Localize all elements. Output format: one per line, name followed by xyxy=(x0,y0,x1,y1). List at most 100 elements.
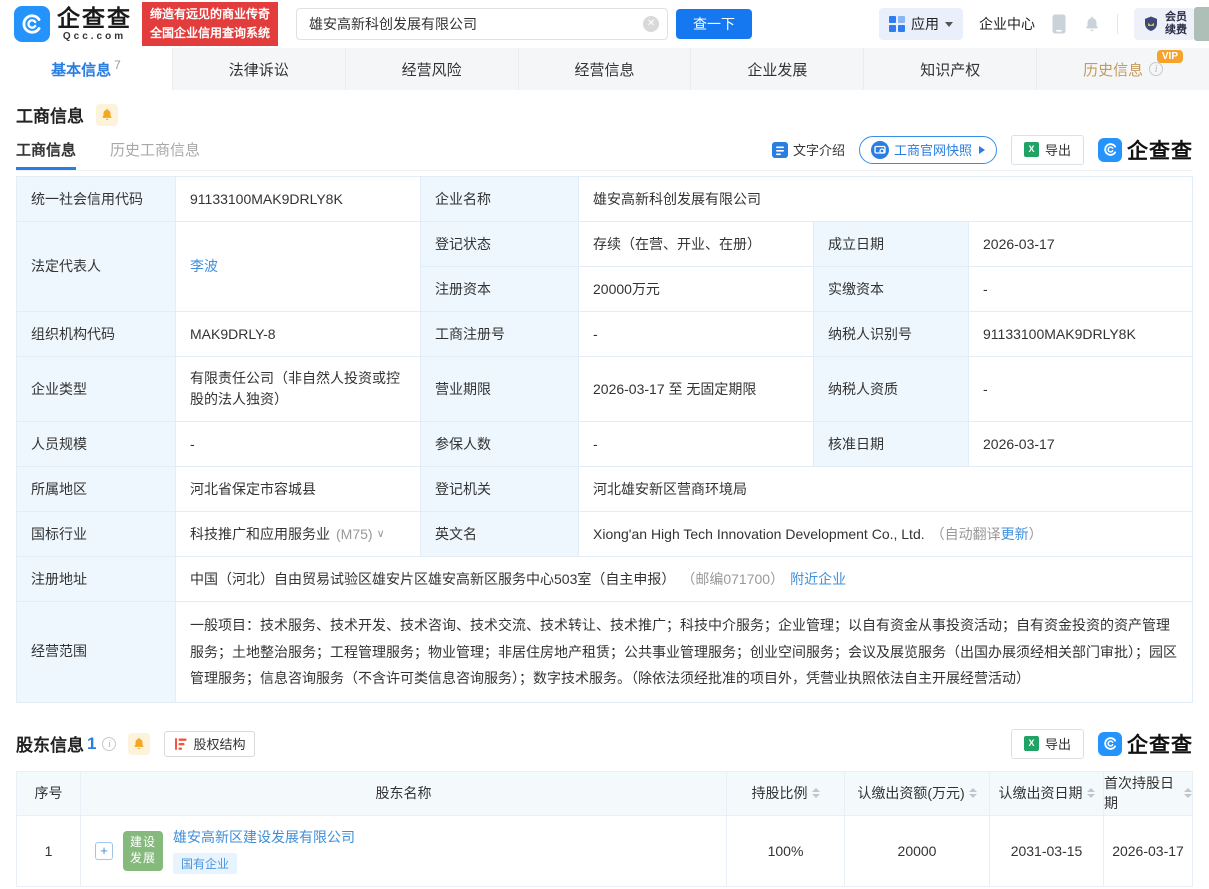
excel-icon xyxy=(1024,736,1039,751)
export-label: 导出 xyxy=(1045,734,1071,753)
address-text: 中国（河北）自由贸易试验区雄安片区雄安高新区服务中心503室（自主申报） xyxy=(190,569,675,590)
monitor-bell-icon[interactable] xyxy=(128,733,150,755)
value-taxpayer-quality: - xyxy=(969,357,1192,422)
gov-snapshot-button[interactable]: 工商官网快照 xyxy=(859,136,997,164)
subtab-history-business-info[interactable]: 历史工商信息 xyxy=(110,129,200,170)
clear-search-icon[interactable] xyxy=(643,16,659,32)
export-button[interactable]: 导出 xyxy=(1011,135,1084,165)
value-taxpayer-id: 91133100MAK9DRLY8K xyxy=(969,312,1192,357)
sort-icon xyxy=(969,788,977,798)
value-business-scope: 一般项目：技术服务、技术开发、技术咨询、技术交流、技术转让、技术推广；科技中介服… xyxy=(176,602,1192,702)
qcc-logo[interactable]: 企查查 Qcc.com xyxy=(14,6,132,42)
subtab-business-info[interactable]: 工商信息 xyxy=(16,129,76,170)
label-reg-capital: 注册资本 xyxy=(421,267,579,312)
shareholders-actions: 导出 企查查 xyxy=(1011,729,1193,759)
info-circle-icon[interactable] xyxy=(102,737,116,751)
slogan-line2: 全国企业信用查询系统 xyxy=(150,24,270,43)
shareholder-company-link[interactable]: 雄安高新区建设发展有限公司 xyxy=(173,827,355,847)
value-company-name: 雄安高新科创发展有限公司 xyxy=(579,177,1192,222)
value-reg-authority: 河北雄安新区营商环境局 xyxy=(579,467,1192,512)
qcc-logo-icon xyxy=(1098,138,1122,162)
column-header-first-date[interactable]: 首次持股日期 xyxy=(1104,772,1192,816)
tab-operation-info[interactable]: 经营信息 xyxy=(519,48,692,90)
label-credit-code: 统一社会信用代码 xyxy=(17,177,176,222)
document-icon xyxy=(772,142,788,158)
mobile-app-icon[interactable] xyxy=(1051,13,1067,35)
expand-row-button[interactable] xyxy=(95,842,113,860)
excel-icon xyxy=(1024,142,1039,157)
column-label: 首次持股日期 xyxy=(1104,773,1180,813)
business-info-table: 统一社会信用代码 91133100MAK9DRLY8K 企业名称 雄安高新科创发… xyxy=(16,176,1193,703)
update-translation-link[interactable]: 更新 xyxy=(1001,524,1029,545)
row-sub-date: 2031-03-15 xyxy=(990,816,1104,886)
shareholders-title-row: 股东信息 1 股权结构 导出 企查查 xyxy=(16,729,1193,759)
column-header-ratio[interactable]: 持股比例 xyxy=(727,772,845,816)
tab-intellectual-property[interactable]: 知识产权 xyxy=(864,48,1037,90)
section-title: 股东信息 xyxy=(16,731,84,756)
brand-domain: Qcc.com xyxy=(63,32,126,42)
industry-text: 科技推广和应用服务业 xyxy=(190,524,330,545)
value-paid-capital: - xyxy=(969,267,1192,312)
auto-translate-note: （自动翻译 xyxy=(931,524,1001,545)
column-header-sub-date[interactable]: 认缴出资日期 xyxy=(990,772,1104,816)
export-label: 导出 xyxy=(1045,140,1071,159)
column-label: 认缴出资日期 xyxy=(999,783,1083,803)
qcc-logo-icon xyxy=(1098,732,1122,756)
row-amount: 20000 xyxy=(845,816,990,886)
label-business-scope: 经营范围 xyxy=(17,602,176,702)
qcc-watermark-logo[interactable]: 企查查 xyxy=(1098,135,1193,165)
slogan-line1: 缔造有远见的商业传奇 xyxy=(150,5,270,24)
chevron-down-icon[interactable] xyxy=(377,526,385,543)
nearby-companies-link[interactable]: 附近企业 xyxy=(790,569,846,590)
search-button[interactable]: 查一下 xyxy=(676,9,752,39)
value-legal-rep: 李波 xyxy=(176,222,421,312)
value-staff-size: - xyxy=(176,422,421,467)
value-address: 中国（河北）自由贸易试验区雄安片区雄安高新区服务中心503室（自主申报） （邮编… xyxy=(176,557,1192,602)
enterprise-center-link[interactable]: 企业中心 xyxy=(979,14,1035,34)
column-header-amount[interactable]: 认缴出资额(万元) xyxy=(845,772,990,816)
tab-operation-risk[interactable]: 经营风险 xyxy=(346,48,519,90)
value-reg-capital: 20000万元 xyxy=(579,267,814,312)
search-input[interactable] xyxy=(309,16,643,32)
label-english-name: 英文名 xyxy=(421,512,579,557)
member-line2: 续费 xyxy=(1165,24,1187,37)
export-button[interactable]: 导出 xyxy=(1011,729,1084,759)
label-region: 所属地区 xyxy=(17,467,176,512)
tab-count: 7 xyxy=(114,58,121,72)
row-ratio: 100% xyxy=(727,816,845,886)
equity-structure-button[interactable]: 股权结构 xyxy=(164,731,255,757)
avatar-line1: 建设 xyxy=(130,835,156,851)
tab-label: 基本信息 xyxy=(51,59,111,80)
sort-icon xyxy=(812,788,820,798)
tab-label: 经营信息 xyxy=(575,59,635,80)
tab-legal-litigation[interactable]: 法律诉讼 xyxy=(173,48,346,90)
top-header: 企查查 Qcc.com 缔造有远见的商业传奇 全国企业信用查询系统 查一下 应用… xyxy=(0,0,1209,48)
member-renew-label: 会员 续费 xyxy=(1165,11,1187,37)
business-info-title-row: 工商信息 xyxy=(16,90,1193,129)
label-business-term: 营业期限 xyxy=(421,357,579,422)
qcc-watermark-logo[interactable]: 企查查 xyxy=(1098,729,1193,759)
tab-label: 经营风险 xyxy=(402,59,462,80)
text-intro-button[interactable]: 文字介绍 xyxy=(772,140,845,159)
section-title: 工商信息 xyxy=(16,102,84,127)
tab-basic-info[interactable]: 基本信息 7 xyxy=(0,48,173,90)
apps-dropdown[interactable]: 应用 xyxy=(879,8,963,40)
search-box xyxy=(296,8,668,40)
monitor-bell-icon[interactable] xyxy=(96,104,118,126)
tab-label: 法律诉讼 xyxy=(229,59,289,80)
tab-company-development[interactable]: 企业发展 xyxy=(691,48,864,90)
shareholder-name-cell: 建设 发展 雄安高新区建设发展有限公司 国有企业 xyxy=(81,816,727,886)
value-company-type: 有限责任公司（非自然人投资或控股的法人独资） xyxy=(176,357,421,422)
legal-rep-link[interactable]: 李波 xyxy=(190,256,218,277)
brand-name: 企查查 xyxy=(1127,729,1193,759)
tab-history-info[interactable]: VIP 历史信息 xyxy=(1037,48,1209,90)
english-name-text: Xiong'an High Tech Innovation Developmen… xyxy=(593,524,925,545)
apps-grid-icon xyxy=(889,16,905,32)
shareholder-name-block: 雄安高新区建设发展有限公司 国有企业 xyxy=(173,827,355,874)
value-org-code: MAK9DRLY-8 xyxy=(176,312,421,357)
value-reg-number: - xyxy=(579,312,814,357)
member-renew-button[interactable]: 会员 续费 xyxy=(1134,8,1195,40)
notification-bell-icon[interactable] xyxy=(1083,14,1101,34)
member-badge-icon xyxy=(1142,14,1160,34)
label-insured-count: 参保人数 xyxy=(421,422,579,467)
